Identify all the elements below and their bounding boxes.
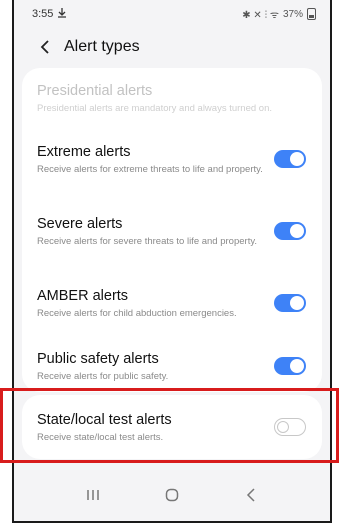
severe-alerts-subtitle: Receive alerts for severe threats to lif… bbox=[37, 235, 258, 247]
row-text: Extreme alerts Receive alerts for extrem… bbox=[37, 143, 274, 176]
state-local-test-alerts-toggle[interactable] bbox=[274, 418, 306, 436]
toggle-knob bbox=[290, 359, 304, 373]
extreme-alerts-title: Extreme alerts bbox=[37, 143, 131, 160]
back-chevron-icon[interactable] bbox=[34, 36, 56, 58]
extreme-alerts-row[interactable]: Extreme alerts Receive alerts for extrem… bbox=[22, 132, 322, 186]
presidential-alerts-row: Presidential alerts Presidential alerts … bbox=[22, 76, 322, 120]
amber-alerts-toggle[interactable] bbox=[274, 294, 306, 312]
status-icons: ✱ ✕ ⫶ ᯤ bbox=[242, 10, 279, 21]
alerts-card: Presidential alerts Presidential alerts … bbox=[22, 68, 322, 392]
toggle-knob bbox=[277, 420, 289, 433]
row-text: State/local test alerts Receive state/lo… bbox=[37, 411, 274, 444]
presidential-alerts-subtitle: Presidential alerts are mandatory and al… bbox=[37, 102, 272, 114]
severe-alerts-title: Severe alerts bbox=[37, 215, 123, 232]
public-safety-alerts-title: Public safety alerts bbox=[37, 350, 159, 367]
row-text: Severe alerts Receive alerts for severe … bbox=[37, 215, 274, 248]
page-title: Alert types bbox=[64, 38, 140, 55]
battery-percent: 37% bbox=[282, 8, 303, 20]
toggle-knob bbox=[290, 224, 304, 238]
state-local-test-alerts-title: State/local test alerts bbox=[37, 411, 172, 428]
status-left: 3:55 bbox=[32, 7, 67, 21]
toggle-knob bbox=[290, 296, 304, 310]
recents-icon[interactable] bbox=[75, 480, 111, 510]
phone-screen: 3:55 ✱ ✕ ⫶ ᯤ 37% Alert types Presidentia… bbox=[12, 0, 332, 523]
navigation-bar bbox=[14, 470, 330, 520]
presidential-alerts-title: Presidential alerts bbox=[37, 82, 153, 99]
status-time: 3:55 bbox=[32, 8, 54, 20]
download-icon bbox=[58, 7, 67, 21]
extreme-alerts-toggle[interactable] bbox=[274, 150, 306, 168]
amber-alerts-subtitle: Receive alerts for child abduction emerg… bbox=[37, 307, 237, 319]
state-local-test-alerts-subtitle: Receive state/local test alerts. bbox=[37, 431, 164, 443]
row-text: AMBER alerts Receive alerts for child ab… bbox=[37, 287, 274, 320]
toggle-knob bbox=[290, 152, 304, 166]
severe-alerts-row[interactable]: Severe alerts Receive alerts for severe … bbox=[22, 204, 322, 258]
state-local-card: State/local test alerts Receive state/lo… bbox=[22, 395, 322, 459]
home-icon[interactable] bbox=[154, 480, 190, 510]
amber-alerts-title: AMBER alerts bbox=[37, 287, 129, 304]
severe-alerts-toggle[interactable] bbox=[274, 222, 306, 240]
amber-alerts-row[interactable]: AMBER alerts Receive alerts for child ab… bbox=[22, 276, 322, 330]
public-safety-alerts-toggle[interactable] bbox=[274, 357, 306, 375]
state-local-test-alerts-row[interactable]: State/local test alerts Receive state/lo… bbox=[22, 407, 322, 447]
battery-icon bbox=[307, 8, 316, 20]
public-safety-alerts-row[interactable]: Public safety alerts Receive alerts for … bbox=[22, 346, 322, 386]
header: Alert types bbox=[14, 28, 330, 66]
extreme-alerts-subtitle: Receive alerts for extreme threats to li… bbox=[37, 163, 263, 175]
status-bar: 3:55 ✱ ✕ ⫶ ᯤ 37% bbox=[14, 0, 330, 28]
back-icon[interactable] bbox=[233, 480, 269, 510]
public-safety-alerts-subtitle: Receive alerts for public safety. bbox=[37, 370, 169, 382]
status-right: ✱ ✕ ⫶ ᯤ 37% bbox=[242, 7, 316, 21]
row-text: Public safety alerts Receive alerts for … bbox=[37, 350, 274, 383]
row-text: Presidential alerts Presidential alerts … bbox=[37, 82, 306, 115]
